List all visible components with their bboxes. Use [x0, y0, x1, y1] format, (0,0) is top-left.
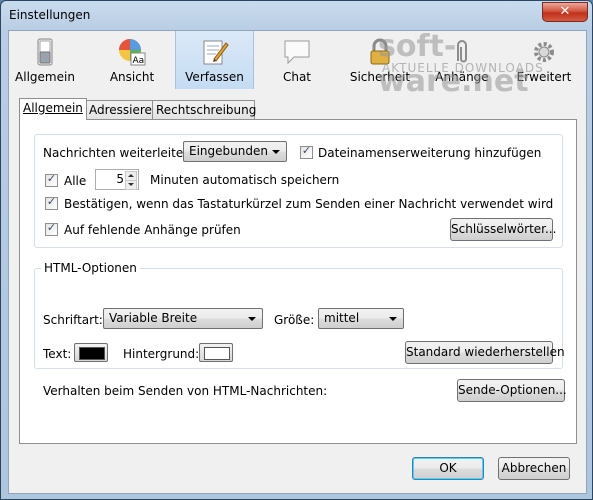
background-color-preview — [204, 347, 230, 360]
forwarding-select-value: Eingebunden — [189, 144, 268, 158]
toolbar-item-sicherheit[interactable]: Sicherheit — [349, 31, 411, 89]
keywords-button-label: Schlüsselwörter... — [451, 222, 557, 236]
font-label: Schriftart: — [43, 313, 103, 327]
check-icon: ✓ — [301, 144, 312, 157]
restore-defaults-button[interactable]: Standard wiederherstellen — [405, 341, 565, 364]
text-color-preview — [79, 347, 105, 360]
forwarding-select[interactable]: Eingebunden — [183, 141, 287, 162]
send-behavior-label: Verhalten beim Senden von HTML-Nachricht… — [43, 384, 328, 398]
text-color-picker[interactable] — [74, 343, 108, 362]
send-options-label: Sende-Optionen... — [458, 383, 567, 397]
forwarding-label: Nachrichten weiterleiten: — [43, 146, 195, 160]
tab-label: Allgemein — [23, 101, 83, 115]
toolbar-label: Ansicht — [109, 70, 155, 84]
lock-icon — [370, 38, 390, 65]
ok-button-label: OK — [439, 461, 457, 475]
toolbar-item-chat[interactable]: Chat — [267, 31, 327, 89]
autosave-suffix: Minuten automatisch speichern — [150, 173, 340, 187]
tab-label: Rechtschreibung — [156, 103, 257, 117]
palette-icon: Aa — [119, 39, 146, 66]
check-icon: ✓ — [46, 221, 57, 234]
restore-defaults-label: Standard wiederherstellen — [406, 345, 565, 359]
general-options-group: Nachrichten weiterleiten: Eingebunden ✓ … — [34, 134, 563, 248]
dropdown-arrow-icon — [389, 317, 397, 321]
toolbar-label: Anhänge — [435, 70, 489, 84]
tab-label: Adressieren — [89, 103, 160, 117]
toolbar-label: Verfassen — [185, 70, 244, 84]
title-bar[interactable]: Einstellungen ✕ — [1, 1, 592, 29]
attachment-check-checkbox[interactable]: ✓ — [45, 221, 58, 236]
ok-button[interactable]: OK — [412, 457, 484, 480]
toolbar-label: Sicherheit — [349, 70, 411, 84]
text-color-label: Text: — [43, 347, 72, 361]
dialog-client: Allgemein Aa Ansicht Verfassen Chat Sich… — [8, 29, 587, 494]
html-options-legend: HTML-Optionen — [41, 261, 140, 275]
check-icon: ✓ — [46, 195, 57, 208]
dropdown-arrow-icon — [272, 150, 280, 154]
confirm-shortcut-checkbox[interactable]: ✓ — [45, 195, 58, 210]
autosave-label: Alle — [64, 174, 87, 188]
preferences-window: Einstellungen ✕ Allgemein Aa Ansicht Ver… — [0, 0, 593, 500]
toolbar-item-anhaenge[interactable]: Anhänge — [429, 31, 495, 89]
toolbar-item-allgemein[interactable]: Allgemein — [15, 31, 75, 89]
tab-adressieren[interactable]: Adressieren — [85, 100, 160, 119]
font-select-value: Variable Breite — [109, 311, 198, 325]
autosave-minutes-spinner[interactable]: 5 — [95, 169, 139, 190]
toolbar-label: Erweitert — [516, 70, 572, 84]
autosave-checkbox[interactable]: ✓ — [45, 172, 58, 187]
dropdown-arrow-icon — [248, 317, 256, 321]
toolbar-item-verfassen[interactable]: Verfassen — [175, 31, 254, 89]
svg-text:Aa: Aa — [133, 56, 145, 66]
spin-down-icon[interactable] — [125, 180, 137, 190]
tab-panel-allgemein: Nachrichten weiterleiten: Eingebunden ✓ … — [19, 119, 577, 444]
tab-rechtschreibung[interactable]: Rechtschreibung — [152, 100, 257, 119]
send-options-button[interactable]: Sende-Optionen... — [457, 379, 567, 402]
toolbar-item-erweitert[interactable]: Erweitert — [509, 31, 579, 89]
tab-allgemein[interactable]: Allgemein — [19, 98, 87, 120]
close-button[interactable]: ✕ — [542, 2, 588, 22]
extension-checkbox-label: Dateinamenserweiterung hinzufügen — [318, 146, 542, 160]
chat-bubble-icon — [284, 40, 310, 65]
check-icon: ✓ — [46, 172, 57, 185]
confirm-shortcut-label: Bestätigen, wenn das Tastaturkürzel zum … — [64, 197, 554, 211]
html-options-group: HTML-Optionen Schriftart: Variable Breit… — [34, 261, 565, 369]
gear-icon — [534, 42, 554, 62]
compose-icon — [203, 40, 229, 65]
background-color-picker[interactable] — [199, 343, 233, 362]
keywords-button[interactable]: Schlüsselwörter... — [450, 218, 557, 241]
category-toolbar: Allgemein Aa Ansicht Verfassen Chat Sich… — [9, 29, 586, 99]
toolbar-label: Allgemein — [15, 70, 75, 84]
attachment-check-label: Auf fehlende Anhänge prüfen — [64, 223, 241, 237]
size-select-value: mittel — [324, 311, 360, 325]
size-select[interactable]: mittel — [318, 308, 404, 329]
toolbar-item-ansicht[interactable]: Aa Ansicht — [101, 31, 163, 89]
cancel-button[interactable]: Abbrechen — [498, 457, 570, 480]
spinner-value: 5 — [116, 172, 124, 186]
background-color-label: Hintergrund: — [123, 347, 200, 361]
paperclip-icon — [457, 40, 467, 63]
toolbar-label: Chat — [282, 70, 312, 84]
font-select[interactable]: Variable Breite — [103, 308, 263, 329]
window-title: Einstellungen — [9, 8, 91, 22]
cancel-button-label: Abbrechen — [501, 461, 567, 475]
extension-checkbox[interactable]: ✓ — [300, 144, 313, 159]
size-label: Größe: — [274, 313, 315, 327]
switch-icon — [37, 38, 53, 66]
